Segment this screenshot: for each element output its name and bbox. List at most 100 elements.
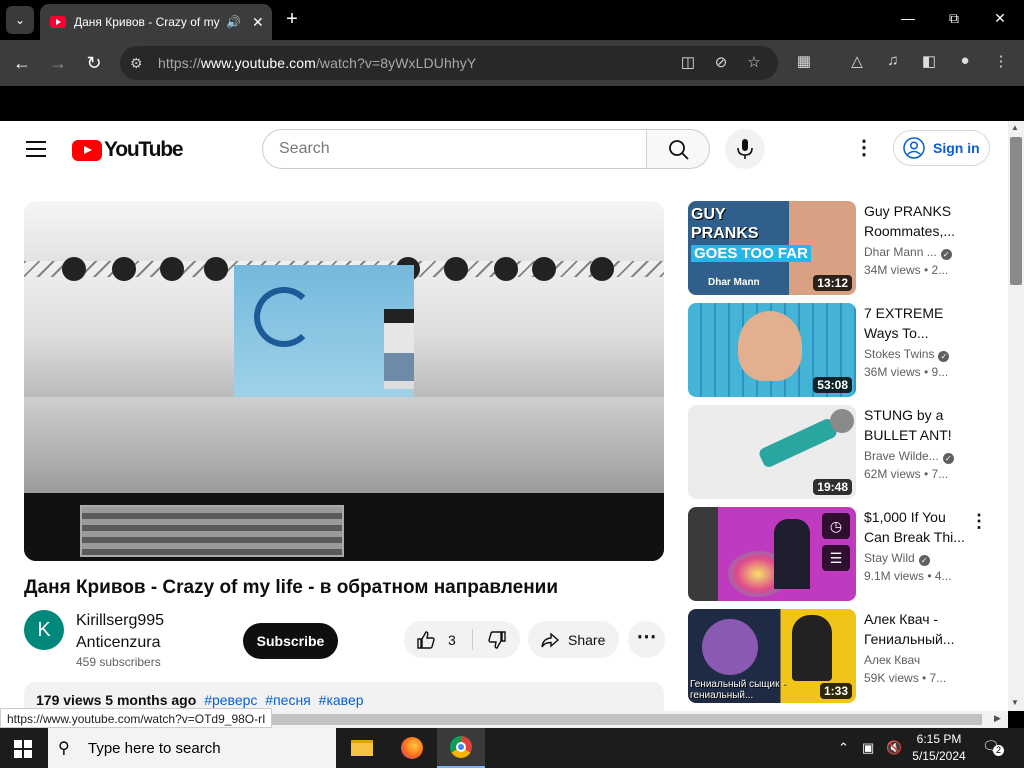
network-icon[interactable]: ▣ bbox=[862, 740, 874, 756]
recommendation-item[interactable]: 19:48 STUNG by a BULLET ANT! Brave Wilde… bbox=[688, 405, 988, 499]
voice-search-button[interactable] bbox=[725, 129, 765, 169]
bookmark-bar-area bbox=[0, 86, 1024, 121]
bookmark-star-icon[interactable]: ☆ bbox=[744, 53, 764, 71]
hashtag[interactable]: #песня bbox=[265, 692, 310, 708]
firefox-icon[interactable] bbox=[388, 728, 436, 768]
video-thumbnail[interactable]: ◷ ☰ bbox=[688, 507, 856, 601]
scroll-right-icon[interactable]: ▶ bbox=[994, 713, 1001, 724]
labs-flask-icon[interactable]: △ bbox=[846, 52, 868, 70]
thumbnail-cartoon bbox=[702, 619, 758, 675]
notification-center-icon[interactable]: 🗨 2 bbox=[982, 738, 1006, 758]
settings-more-icon[interactable]: ⋮ bbox=[854, 137, 874, 161]
close-window-icon[interactable]: ✕ bbox=[990, 10, 1010, 27]
windows-start-icon[interactable] bbox=[14, 740, 32, 758]
eye-slash-icon[interactable]: ⊘ bbox=[711, 53, 731, 71]
duration-badge: 13:12 bbox=[813, 275, 852, 291]
back-arrow-icon[interactable]: ← bbox=[11, 52, 33, 74]
rec-channel[interactable]: Brave Wilde... ✓ bbox=[864, 449, 970, 464]
recommendation-item[interactable]: ◷ ☰ $1,000 If You Can Break Thi... Stay … bbox=[688, 507, 988, 601]
video-thumbnail[interactable]: GUY PRANKS ROOMMATES GOES TOO FAR Dhar M… bbox=[688, 201, 856, 295]
side-panel-icon[interactable]: ◧ bbox=[918, 52, 940, 70]
url-text[interactable]: https://www.youtube.com/watch?v=8yWxLDUh… bbox=[158, 55, 476, 71]
subscribe-button[interactable]: Subscribe bbox=[243, 623, 338, 659]
restore-icon[interactable]: ⧉ bbox=[944, 10, 964, 27]
rec-title[interactable]: STUNG by a BULLET ANT! bbox=[864, 405, 970, 445]
windows-taskbar: ⚲ Type here to search ⌃ ▣ 🔇 6:15 PM 5/15… bbox=[0, 728, 1024, 768]
banner-logo bbox=[254, 287, 314, 347]
account-circle-icon bbox=[903, 137, 925, 159]
like-button[interactable]: 3 bbox=[404, 621, 470, 658]
like-divider bbox=[472, 629, 473, 650]
rec-channel[interactable]: Алек Квач bbox=[864, 653, 970, 667]
vertical-scrollbar[interactable]: ▲ ▼ bbox=[1008, 121, 1024, 711]
rec-title[interactable]: 7 EXTREME Ways To... bbox=[864, 303, 970, 343]
media-control-icon[interactable]: ♫ bbox=[882, 52, 904, 69]
rec-title[interactable]: $1,000 If You Can Break Thi... bbox=[864, 507, 970, 547]
file-explorer-icon[interactable] bbox=[338, 728, 386, 768]
site-info-icon[interactable]: ⚙ bbox=[130, 55, 150, 72]
browser-menu-icon[interactable]: ⋮ bbox=[990, 52, 1012, 70]
new-tab-button[interactable]: + bbox=[282, 8, 302, 30]
recommendation-item[interactable]: Гениальный сыщик - гениальный... 1:33 Ал… bbox=[688, 609, 988, 703]
scroll-up-icon[interactable]: ▲ bbox=[1011, 123, 1019, 132]
speaker-icon[interactable]: 🔊 bbox=[226, 15, 244, 29]
add-to-queue-icon[interactable]: ☰ bbox=[822, 545, 850, 571]
rec-more-icon[interactable]: ⋮ bbox=[970, 511, 988, 532]
scroll-down-icon[interactable]: ▼ bbox=[1011, 698, 1019, 707]
profile-icon[interactable]: ● bbox=[954, 52, 976, 69]
stage-light bbox=[494, 257, 518, 281]
recommendation-item[interactable]: 53:08 7 EXTREME Ways To... Stokes Twins ✓… bbox=[688, 303, 988, 397]
hashtag[interactable]: #реверс bbox=[204, 692, 257, 708]
rec-title[interactable]: Guy PRANKS Roommates,... bbox=[864, 201, 970, 241]
more-actions-button[interactable]: ⋯ bbox=[628, 621, 665, 658]
tab-search-button[interactable]: ⌄ bbox=[6, 6, 34, 34]
channel-name[interactable]: Kirillserg995 Anticenzura bbox=[76, 610, 226, 654]
recommendation-item[interactable]: GUY PRANKS ROOMMATES GOES TOO FAR Dhar M… bbox=[688, 201, 988, 295]
search-icon bbox=[669, 140, 689, 160]
extensions-icon[interactable]: ▦ bbox=[793, 52, 815, 70]
watch-later-icon[interactable]: ◷ bbox=[822, 513, 850, 539]
chevron-up-icon[interactable]: ⌃ bbox=[838, 740, 849, 756]
hamburger-menu-icon[interactable] bbox=[26, 141, 46, 157]
share-button[interactable]: Share bbox=[528, 621, 619, 658]
channel-avatar[interactable]: K bbox=[24, 610, 64, 650]
thumbs-down-icon bbox=[488, 630, 506, 649]
thumbnail-person bbox=[774, 519, 810, 589]
stage-light bbox=[112, 257, 136, 281]
system-clock[interactable]: 6:15 PM 5/15/2024 bbox=[906, 731, 972, 765]
rec-channel[interactable]: Stokes Twins ✓ bbox=[864, 347, 970, 362]
search-button[interactable] bbox=[646, 129, 710, 169]
chrome-icon[interactable] bbox=[437, 728, 485, 768]
video-thumbnail[interactable]: Гениальный сыщик - гениальный... 1:33 bbox=[688, 609, 856, 703]
reload-icon[interactable]: ↻ bbox=[83, 52, 105, 74]
dislike-button[interactable] bbox=[474, 621, 520, 658]
stage-light bbox=[62, 257, 86, 281]
video-thumbnail[interactable]: 19:48 bbox=[688, 405, 856, 499]
install-app-icon[interactable]: ◫ bbox=[678, 53, 698, 71]
duration-badge: 1:33 bbox=[819, 683, 852, 699]
channel-name-line2: Anticenzura bbox=[76, 634, 161, 651]
rec-channel[interactable]: Dhar Mann ... ✓ bbox=[864, 245, 970, 260]
search-input[interactable]: Search bbox=[262, 129, 647, 169]
hashtag[interactable]: #кавер bbox=[319, 692, 364, 708]
taskbar-search-box[interactable]: ⚲ Type here to search bbox=[48, 728, 336, 768]
sign-in-button[interactable]: Sign in bbox=[893, 130, 990, 166]
volume-muted-icon[interactable]: 🔇 bbox=[886, 740, 902, 756]
close-tab-icon[interactable]: ✕ bbox=[252, 14, 264, 31]
minimize-icon[interactable]: — bbox=[898, 10, 918, 26]
description-box[interactable]: 179 views 5 months ago #реверс #песня #к… bbox=[24, 682, 664, 711]
horizontal-scrollbar-thumb[interactable] bbox=[272, 714, 982, 725]
address-bar[interactable]: ⚙ https://www.youtube.com/watch?v=8yWxLD… bbox=[120, 46, 778, 80]
active-tab[interactable]: Даня Кривов - Crazy of my life - в обрат… bbox=[40, 4, 272, 40]
video-thumbnail[interactable]: 53:08 bbox=[688, 303, 856, 397]
video-player[interactable] bbox=[24, 201, 664, 561]
rec-channel[interactable]: Stay Wild ✓ bbox=[864, 551, 970, 566]
forward-arrow-icon[interactable]: → bbox=[47, 52, 69, 74]
clock-time: 6:15 PM bbox=[916, 732, 962, 746]
rec-title[interactable]: Алек Квач - Гениальный... bbox=[864, 609, 970, 649]
youtube-logo[interactable]: YouTube bbox=[72, 138, 184, 162]
share-label: Share bbox=[568, 631, 606, 648]
scrollbar-thumb[interactable] bbox=[1010, 137, 1022, 285]
status-bar-url: https://www.youtube.com/watch?v=OTd9_98O… bbox=[0, 708, 273, 728]
verified-check-icon: ✓ bbox=[938, 351, 950, 362]
